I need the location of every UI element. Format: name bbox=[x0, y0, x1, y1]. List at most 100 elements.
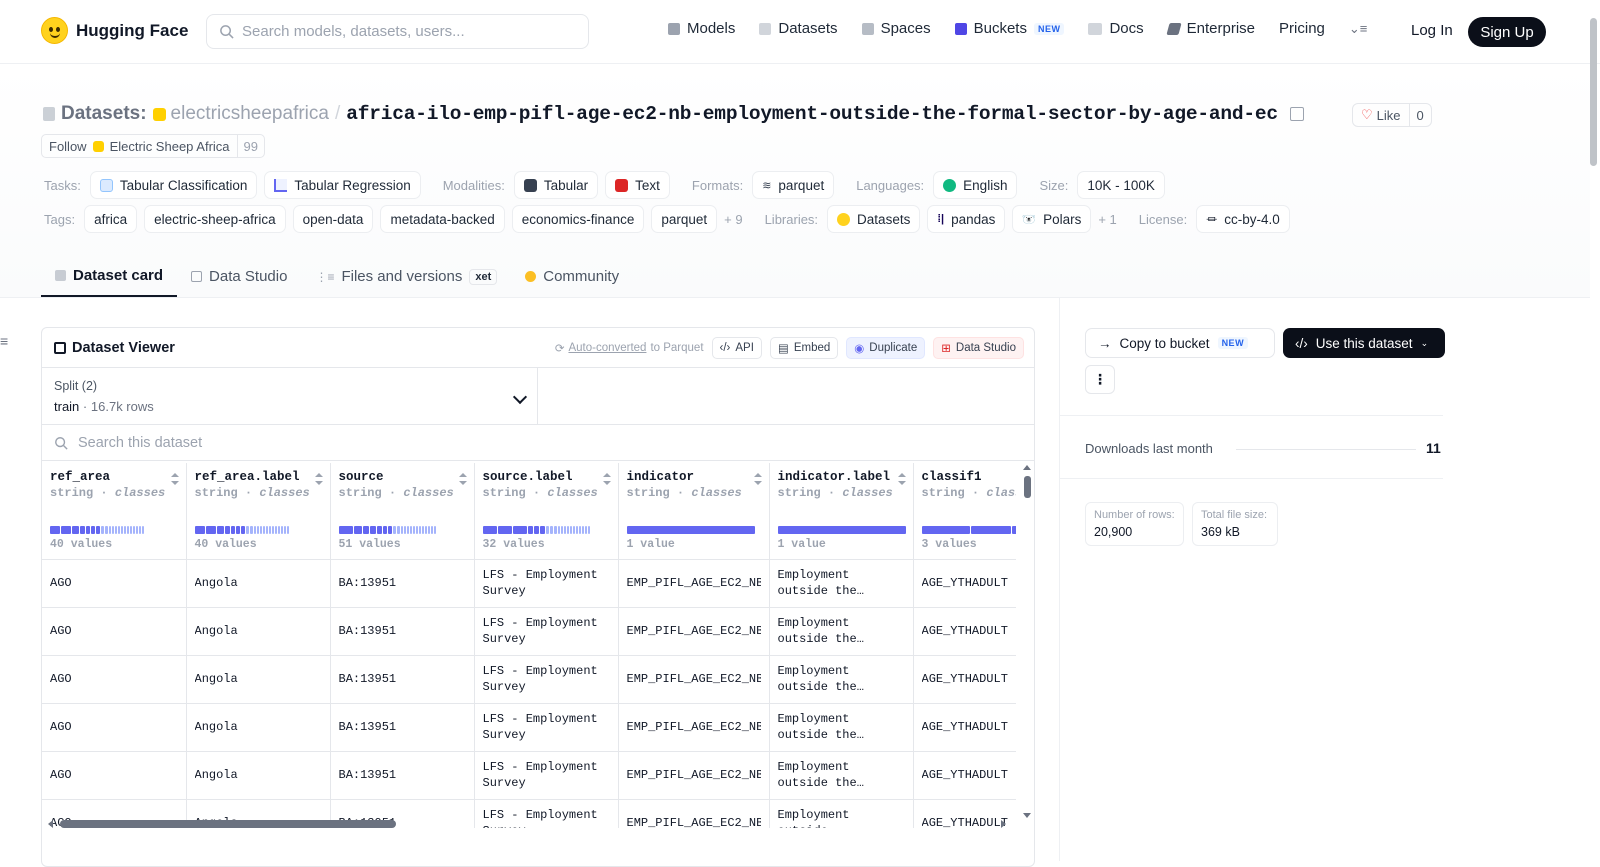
table-cell[interactable]: Employment outside the formal sector… bbox=[769, 703, 914, 752]
global-search-input[interactable] bbox=[242, 23, 562, 40]
histogram-bar[interactable] bbox=[249, 526, 253, 534]
column-histogram[interactable] bbox=[50, 526, 144, 534]
tab-dataset-card[interactable]: Dataset card bbox=[41, 256, 178, 297]
repo-owner-link[interactable]: electricsheepafrica bbox=[152, 103, 329, 125]
histogram-bar[interactable] bbox=[421, 526, 424, 534]
nav-docs[interactable]: Docs bbox=[1088, 20, 1144, 37]
table-cell[interactable]: AGE_YTHADULT bbox=[913, 655, 1016, 704]
table-cell[interactable]: AGO bbox=[42, 703, 187, 752]
histogram-bar[interactable] bbox=[584, 526, 587, 534]
histogram-bar[interactable] bbox=[387, 526, 392, 534]
histogram-bar[interactable] bbox=[369, 526, 376, 534]
histogram-bar[interactable] bbox=[245, 526, 249, 534]
tag-chip[interactable]: open-data bbox=[292, 205, 374, 233]
column-header-5[interactable]: indicator.label string · classes 1 value bbox=[769, 463, 914, 560]
tags-more-button[interactable]: + 9 bbox=[724, 212, 742, 227]
modality-chip[interactable]: Tabular bbox=[513, 171, 599, 199]
table-cell[interactable]: EMP_PIFL_AGE_EC2_NB bbox=[618, 751, 770, 800]
table-cell[interactable]: Angola bbox=[186, 607, 331, 656]
table-cell[interactable]: Employment outside the formal sector… bbox=[769, 607, 914, 656]
histogram-bar[interactable] bbox=[235, 526, 240, 534]
column-header-2[interactable]: source string · classes 51 values bbox=[330, 463, 475, 560]
histogram-bar[interactable] bbox=[277, 526, 280, 534]
library-chip[interactable]: ⁞| pandas bbox=[927, 205, 1006, 233]
library-chip[interactable]: 🐻‍❄ Polars bbox=[1012, 205, 1092, 233]
histogram-bar[interactable] bbox=[265, 526, 268, 534]
table-cell[interactable]: Employment outside the formal sector… bbox=[769, 559, 914, 608]
histogram-bar[interactable] bbox=[406, 526, 409, 534]
nav-spaces[interactable]: Spaces bbox=[861, 20, 931, 37]
table-cell[interactable]: LFS - Employment Survey bbox=[474, 751, 619, 800]
table-cell[interactable]: BA:13951 bbox=[330, 751, 475, 800]
tag-chip[interactable]: parquet bbox=[651, 205, 718, 233]
histogram-bar[interactable] bbox=[268, 526, 271, 534]
histogram-bar[interactable] bbox=[259, 526, 262, 534]
histogram-bar[interactable] bbox=[101, 526, 104, 534]
table-cell[interactable]: AGO bbox=[42, 559, 187, 608]
histogram-bar[interactable] bbox=[283, 526, 286, 534]
histogram-bar[interactable] bbox=[253, 526, 256, 534]
table-cell[interactable]: BA:13951 bbox=[330, 703, 475, 752]
embed-button[interactable]: ▤ Embed bbox=[769, 337, 839, 359]
sort-icon[interactable] bbox=[458, 473, 467, 485]
histogram-bar[interactable] bbox=[80, 526, 85, 534]
tab-files-and-versions[interactable]: ⋮≡ Files and versions xet bbox=[301, 256, 511, 297]
sort-icon[interactable] bbox=[170, 473, 179, 485]
histogram-bar[interactable] bbox=[133, 526, 135, 534]
histogram-bar[interactable] bbox=[86, 526, 90, 534]
histogram-bar[interactable] bbox=[575, 526, 578, 534]
sort-icon[interactable] bbox=[314, 473, 323, 485]
histogram-bar[interactable] bbox=[433, 526, 436, 534]
histogram-bar[interactable] bbox=[392, 526, 396, 534]
table-cell[interactable]: EMP_PIFL_AGE_EC2_NB bbox=[618, 655, 770, 704]
format-chip[interactable]: ≋ parquet bbox=[752, 171, 835, 199]
histogram-bar[interactable] bbox=[970, 526, 1011, 534]
table-cell[interactable]: AGE_YTHADULT bbox=[913, 607, 1016, 656]
table-cell[interactable]: Angola bbox=[186, 559, 331, 608]
table-cell[interactable]: Angola bbox=[186, 655, 331, 704]
table-cell[interactable]: BA:13951 bbox=[330, 607, 475, 656]
table-cell[interactable]: AGO bbox=[42, 751, 187, 800]
tab-data-studio[interactable]: Data Studio bbox=[177, 256, 301, 297]
nav-buckets[interactable]: Buckets NEW bbox=[954, 20, 1065, 37]
histogram-bar[interactable] bbox=[127, 526, 129, 534]
nav-models[interactable]: Models bbox=[668, 20, 735, 37]
dataset-search-input[interactable] bbox=[78, 434, 678, 451]
histogram-bar[interactable] bbox=[91, 526, 95, 534]
histogram-bar[interactable] bbox=[497, 526, 512, 534]
histogram-bar[interactable] bbox=[256, 526, 259, 534]
histogram-bar[interactable] bbox=[194, 526, 205, 534]
table-row[interactable]: AGO Angola BA:13951 LFS - Employment Survey… bbox=[42, 751, 1016, 800]
column-histogram[interactable] bbox=[777, 526, 906, 534]
table-cell[interactable]: Angola bbox=[186, 751, 331, 800]
histogram-bar[interactable] bbox=[136, 526, 138, 534]
tag-chip[interactable]: africa bbox=[84, 205, 138, 233]
column-header-4[interactable]: indicator string · classes 1 value bbox=[618, 463, 770, 560]
size-chip[interactable]: 10K - 100K bbox=[1077, 171, 1165, 199]
histogram-bar[interactable] bbox=[560, 526, 563, 534]
table-horizontal-scrollbar[interactable] bbox=[46, 818, 1006, 828]
column-histogram[interactable] bbox=[626, 526, 755, 534]
table-cell[interactable]: AGE_YTHADULT bbox=[913, 559, 1016, 608]
copy-icon[interactable] bbox=[1289, 107, 1304, 121]
library-chip[interactable]: Datasets bbox=[827, 205, 921, 233]
histogram-bar[interactable] bbox=[545, 526, 549, 534]
auto-converted-link[interactable]: Auto-converted bbox=[568, 342, 646, 354]
dataset-search[interactable] bbox=[42, 425, 1034, 461]
column-histogram[interactable] bbox=[194, 526, 289, 534]
histogram-bar[interactable] bbox=[572, 526, 575, 534]
histogram-bar[interactable] bbox=[921, 526, 970, 534]
histogram-bar[interactable] bbox=[61, 526, 71, 534]
histogram-bar[interactable] bbox=[396, 526, 400, 534]
login-link[interactable]: Log In bbox=[1411, 22, 1453, 39]
sort-icon[interactable] bbox=[753, 473, 762, 485]
table-cell[interactable]: BA:13951 bbox=[330, 559, 475, 608]
table-vertical-scrollbar[interactable] bbox=[1022, 463, 1032, 818]
histogram-bar[interactable] bbox=[533, 526, 539, 534]
histogram-bar[interactable] bbox=[563, 526, 566, 534]
table-cell[interactable]: BA:13951 bbox=[330, 655, 475, 704]
histogram-bar[interactable] bbox=[539, 526, 545, 534]
histogram-bar[interactable] bbox=[581, 526, 584, 534]
table-cell[interactable]: LFS - Employment Survey bbox=[474, 607, 619, 656]
table-cell[interactable]: AGO bbox=[42, 607, 187, 656]
